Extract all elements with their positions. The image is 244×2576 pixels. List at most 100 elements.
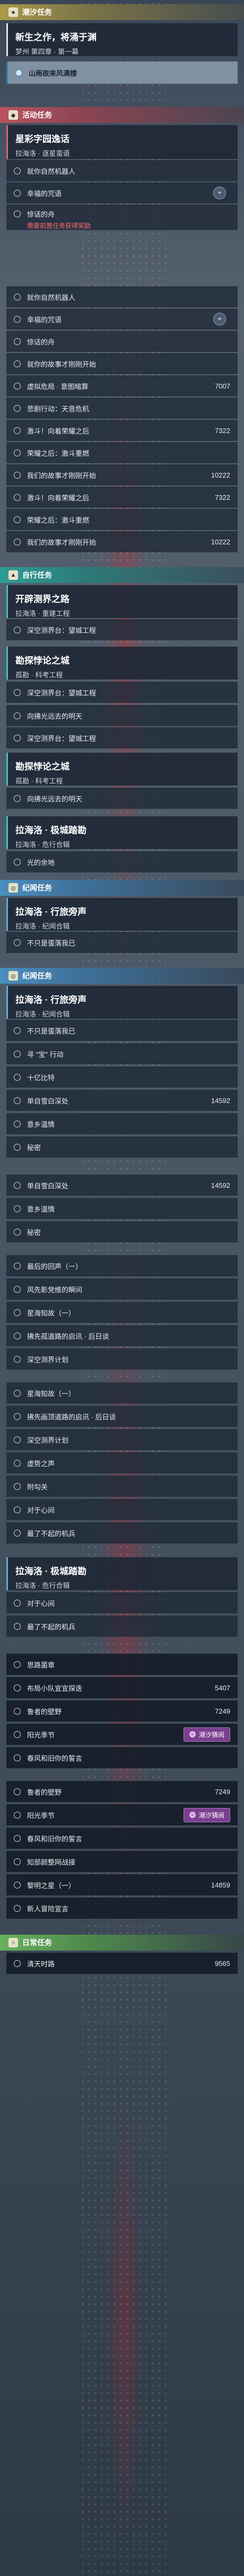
quest-subtitle: 拉海洛 · 纪闻合辑	[15, 1010, 70, 1018]
list-item[interactable]: 幸福的咒语 ⌖	[6, 182, 238, 204]
list-item[interactable]: 布局小队宜宜探迭 5407	[6, 1677, 238, 1698]
status-circle-icon	[14, 1661, 21, 1668]
list-item[interactable]: 深空测界台：望城工程	[6, 727, 238, 748]
reward-count: 7322	[215, 426, 230, 435]
list-item[interactable]: 就你自然机器人	[6, 160, 238, 181]
list-item[interactable]: 鲁者的壁野 7249	[6, 1700, 238, 1722]
list-item[interactable]: 意乡温情	[6, 1113, 238, 1134]
locate-button[interactable]: ⌖	[213, 187, 226, 199]
quest-label: 单自雪白深处	[27, 1181, 69, 1190]
list-item[interactable]: 深空测界台：望城工程	[6, 682, 238, 703]
status-circle-icon	[14, 1483, 21, 1490]
quest-card[interactable]: 拉海洛 · 行旅旁声 拉海洛 · 纪闻合辑	[6, 986, 238, 1019]
list-item[interactable]: 最后的回声（一）	[6, 1255, 238, 1276]
quest-label: 拂先画顶道路的启讯 · 后日谈	[27, 1413, 116, 1421]
quest-special[interactable]: 山雨欲来风满楼	[6, 61, 238, 84]
list-item[interactable]: 星海知故（一）	[6, 1382, 238, 1404]
list-item[interactable]: 风先影党维的瞬间	[6, 1278, 238, 1300]
list-item[interactable]: 春风和旧你的誓言	[6, 1828, 238, 1849]
quest-card[interactable]: 勘探悖论之城 孤勘 · 科考工程	[6, 753, 238, 786]
list-item[interactable]: 光的余地	[6, 851, 238, 872]
hot-button[interactable]: ≈ 潮汐猜阅	[183, 1807, 230, 1822]
list-item[interactable]: 深空测界台：望城工程	[6, 619, 238, 640]
list-item[interactable]: 不只是蛋落我已	[6, 1020, 238, 1041]
list-item[interactable]: 惊话的舟 需要前置任务获得奖励	[6, 205, 238, 230]
list-item[interactable]: 激斗！向着荣耀之后 7322	[6, 420, 238, 441]
list-item[interactable]: 附勾关	[6, 1476, 238, 1497]
list-item[interactable]: 知部颜整网战接	[6, 1851, 238, 1872]
hot-button[interactable]: ≈ 潮汐猜阅	[183, 1727, 230, 1742]
status-circle-icon	[14, 210, 21, 217]
list-item[interactable]: 荣耀之后：激斗重燃	[6, 509, 238, 530]
list-item[interactable]: 秘密	[6, 1136, 238, 1158]
locate-button[interactable]: ⌖	[213, 313, 226, 325]
list-item[interactable]: 最了不起的机兵	[6, 1616, 238, 1637]
list-item[interactable]: 荣耀之后：激斗重燃	[6, 442, 238, 463]
list-item[interactable]: 秘密	[6, 1221, 238, 1242]
list-item[interactable]: 春风和旧你的誓言	[6, 1747, 238, 1768]
wave-icon: ≈	[189, 1731, 196, 1737]
list-item[interactable]: 对于心间	[6, 1592, 238, 1613]
list-item[interactable]: 星海知故（一）	[6, 1302, 238, 1323]
list-item[interactable]: 单自雪白深处 14592	[6, 1090, 238, 1111]
quest-card[interactable]: 拉海洛 · 行旅旁声 拉海洛 · 纪闻合辑	[6, 898, 238, 931]
list-item[interactable]: 拂先画顶道路的启讯 · 后日谈	[6, 1406, 238, 1427]
reward-count: 14859	[211, 1881, 230, 1889]
list-item[interactable]: 虚拟危局 · 意图暗算 7007	[6, 375, 238, 396]
quest-card[interactable]: 开辟测界之路 拉海洛 · 重建工程	[6, 585, 238, 618]
quest-label: 向拂光远去的明天	[27, 795, 83, 803]
quest-card[interactable]: 勘探悖论之城 孤勘 · 科考工程	[6, 647, 238, 680]
list-item[interactable]: 鲁者的壁野 7249	[6, 1781, 238, 1802]
list-item[interactable]: 新人冒险宣言	[6, 1898, 238, 1919]
list-item[interactable]: 对于心间	[6, 1499, 238, 1520]
list-item[interactable]: 不只是蛋落我已	[6, 932, 238, 953]
quest-label: 虚拟危局 · 意图暗算	[27, 382, 89, 391]
list-item[interactable]: 幸福的咒语 ⌖	[6, 308, 238, 330]
list-item[interactable]: 虚势之声	[6, 1452, 238, 1474]
list-item[interactable]: 阳光季节 ≈ 潮汐猜阅	[6, 1804, 238, 1825]
list-item[interactable]: 思路菌章	[6, 1654, 238, 1675]
list-item[interactable]: 最了不起的机兵	[6, 1522, 238, 1543]
quest-label: 星海知故（一）	[27, 1389, 76, 1398]
status-circle-icon	[14, 1143, 21, 1151]
quest-label: 最了不起的机兵	[27, 1529, 76, 1538]
list-item[interactable]: 向拂光远去的明天	[6, 705, 238, 726]
sun-icon: ☼	[8, 1938, 18, 1947]
reward-count: 7007	[215, 382, 230, 390]
status-circle-icon	[14, 404, 21, 412]
list-item[interactable]: 惊话的舟	[6, 331, 238, 352]
list-item[interactable]: 意乡温情	[6, 1198, 238, 1219]
quest-card[interactable]: 星彩字园逸话 拉海洛 · 逐星蛮语	[6, 125, 238, 159]
list-item[interactable]: 寻 "宝" 行动	[6, 1043, 238, 1064]
list-item[interactable]: 拂先孤道路的启讯 · 后日谈	[6, 1325, 238, 1346]
list-item[interactable]: 深空测界计划	[6, 1429, 238, 1450]
quest-card[interactable]: 拉海洛 · 极城踏勘 拉海洛 · 危行合辑	[6, 1557, 238, 1590]
list-item[interactable]: 我们的故事才刚刚开始 10222	[6, 464, 238, 486]
list-item[interactable]: 悲剧行动：天音危机	[6, 398, 238, 419]
status-circle-icon	[14, 360, 21, 367]
status-circle-icon	[14, 471, 21, 479]
status-circle-icon	[14, 1027, 21, 1034]
list-item[interactable]: 深空测界计划	[6, 1348, 238, 1370]
list-item[interactable]: 阳光季节 ≈ 潮汐猜阅	[6, 1724, 238, 1745]
quest-card-main[interactable]: 新生之作，将涌于渊 梦州 第四章 · 第一幕	[6, 23, 238, 56]
quest-subtitle: 拉海洛 · 纪闻合辑	[15, 922, 70, 930]
section-title: 潮汐任务	[22, 8, 52, 16]
status-circle-icon	[14, 712, 21, 719]
list-item[interactable]: 向拂光远去的明天	[6, 788, 238, 809]
list-item[interactable]: 单自雪白深处 14592	[6, 1175, 238, 1196]
list-item[interactable]: 十亿比特	[6, 1066, 238, 1088]
status-circle-icon	[14, 1205, 21, 1212]
list-item[interactable]: 黎明之星（一） 14859	[6, 1874, 238, 1895]
quest-subtitle: 拉海洛 · 危行合辑	[15, 1582, 70, 1590]
quest-label: 鲁者的壁野	[27, 1707, 62, 1716]
list-item[interactable]: 我们的故事才刚刚开始 10222	[6, 531, 238, 552]
quest-label: 荣耀之后：激斗重燃	[27, 516, 90, 524]
list-item[interactable]: 激斗！向着荣耀之后 7322	[6, 487, 238, 508]
list-item[interactable]: 就你自然机器人	[6, 286, 238, 307]
list-item[interactable]: 就你的故事才刚刚开始	[6, 353, 238, 374]
list-item[interactable]: 清天时路 9565	[6, 1953, 238, 1974]
quest-label: 深空测界台：望城工程	[27, 626, 97, 634]
quest-card[interactable]: 拉海洛 · 极城踏勘 拉海洛 · 危行合辑	[6, 816, 238, 849]
status-circle-icon	[14, 1881, 21, 1889]
